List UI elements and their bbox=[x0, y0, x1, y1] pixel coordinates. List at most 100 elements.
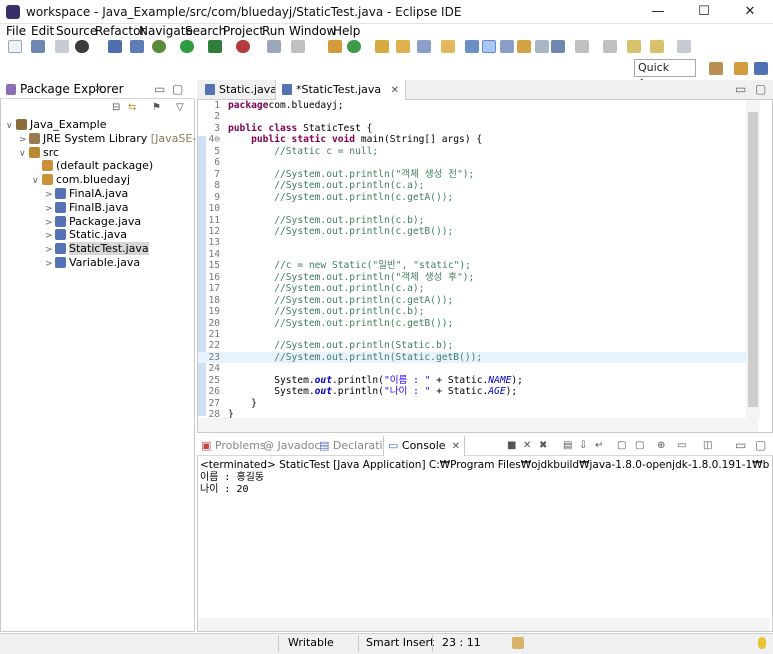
java-ee-perspective-icon[interactable] bbox=[734, 62, 748, 75]
code-line[interactable]: 23 //System.out.println(Static.getB()); bbox=[198, 351, 746, 364]
skip-breakpoints-icon[interactable] bbox=[130, 40, 144, 53]
code-line[interactable]: 2 bbox=[198, 111, 746, 123]
show-on-output-icon[interactable]: ▢ bbox=[617, 439, 626, 453]
tree-item[interactable]: (default package) bbox=[0, 159, 153, 173]
maximize-view-icon[interactable]: ▢ bbox=[172, 80, 183, 99]
code-line[interactable]: 8 //System.out.println(c.a); bbox=[198, 180, 746, 192]
debug-icon[interactable] bbox=[152, 40, 166, 53]
word-wrap-icon[interactable] bbox=[535, 40, 549, 53]
close-icon[interactable]: ✕ bbox=[94, 80, 102, 99]
code-line[interactable]: 18 //System.out.println(c.getA()); bbox=[198, 295, 746, 307]
maximize-button[interactable]: ☐ bbox=[681, 0, 727, 24]
code-line[interactable]: 20 //System.out.println(c.getB()); bbox=[198, 318, 746, 330]
menu-window[interactable]: Window bbox=[289, 24, 336, 38]
scroll-lock-icon[interactable]: ⇩ bbox=[579, 439, 587, 453]
menu-source[interactable]: Source bbox=[56, 24, 97, 38]
console-open-icon[interactable] bbox=[75, 40, 89, 53]
tree-item[interactable]: > JRE System Library [JavaSE-1.8] bbox=[0, 132, 218, 146]
open-type-icon[interactable] bbox=[375, 40, 389, 53]
new-class-icon[interactable] bbox=[347, 40, 361, 53]
code-line[interactable]: 11 //System.out.println(c.b); bbox=[198, 215, 746, 227]
code-line[interactable]: 15 //c = new Static("일반", "static"); bbox=[198, 260, 746, 272]
terminate-icon[interactable]: ■ bbox=[507, 439, 516, 453]
open-perspective-icon[interactable] bbox=[709, 62, 723, 75]
paragraph-icon[interactable] bbox=[551, 40, 565, 53]
menu-edit[interactable]: Edit bbox=[31, 24, 54, 38]
annotation-icon[interactable] bbox=[465, 40, 479, 53]
menu-help[interactable]: Help bbox=[333, 24, 360, 38]
maximize-view-icon[interactable]: ▢ bbox=[755, 80, 766, 99]
tree-item[interactable]: > Variable.java bbox=[0, 256, 140, 270]
close-icon[interactable]: ✕ bbox=[391, 85, 399, 96]
code-line[interactable]: 4⊖ public static void main(String[] args… bbox=[198, 134, 746, 146]
tree-item[interactable]: > Static.java bbox=[0, 228, 127, 242]
menu-search[interactable]: Search bbox=[185, 24, 226, 38]
code-line[interactable]: 28} bbox=[198, 409, 746, 418]
code-line[interactable]: 25 System.out.println("이름 : " + Static.N… bbox=[198, 375, 746, 387]
back-icon[interactable] bbox=[650, 40, 664, 53]
previous-annotation-icon[interactable] bbox=[603, 40, 617, 53]
menu-file[interactable]: File bbox=[6, 24, 26, 38]
minimize-button[interactable]: — bbox=[635, 0, 681, 24]
tree-item[interactable]: > Package.java bbox=[0, 215, 141, 229]
code-line[interactable]: 14 bbox=[198, 249, 746, 261]
save-all-icon[interactable] bbox=[55, 40, 69, 53]
pin-console-icon[interactable]: ⊕ bbox=[657, 439, 665, 453]
word-wrap-icon[interactable]: ↵ bbox=[595, 439, 603, 453]
chevron-right-icon[interactable]: > bbox=[45, 257, 55, 271]
code-line[interactable]: 10 bbox=[198, 203, 746, 215]
block-selection-icon[interactable] bbox=[500, 40, 514, 53]
console-horizontal-scrollbar[interactable] bbox=[198, 618, 770, 631]
new-java-project-icon[interactable] bbox=[328, 40, 342, 53]
code-line[interactable]: 17 //System.out.println(c.a); bbox=[198, 283, 746, 295]
menu-run[interactable]: Run bbox=[262, 24, 285, 38]
show-whitespace-icon[interactable] bbox=[517, 40, 531, 53]
save-icon[interactable] bbox=[31, 40, 45, 53]
code-line[interactable]: 19 //System.out.println(c.b); bbox=[198, 306, 746, 318]
view-menu-icon[interactable]: ▽ bbox=[176, 101, 184, 115]
tree-item[interactable]: > StaticTest.java bbox=[0, 242, 149, 256]
code-line[interactable]: 13 bbox=[198, 237, 746, 249]
run-icon[interactable] bbox=[180, 40, 194, 53]
minimize-view-icon[interactable]: ▭ bbox=[735, 436, 746, 455]
tab-statictest-java[interactable]: *StaticTest.java ✕ bbox=[275, 80, 407, 100]
open-folder-icon[interactable] bbox=[396, 40, 410, 53]
search-icon[interactable] bbox=[417, 40, 431, 53]
menu-refactor[interactable]: Refactor bbox=[95, 24, 145, 38]
tree-item[interactable]: ∨ Java_Example bbox=[0, 118, 106, 132]
external-tools-icon[interactable] bbox=[236, 40, 250, 53]
tree-item[interactable]: ∨ src bbox=[0, 146, 59, 160]
package-explorer-tab[interactable]: Package Explorer bbox=[20, 80, 124, 99]
code-area[interactable]: 1 packagecom.bluedayj; 2 3 public class Stat… bbox=[198, 100, 746, 418]
code-line[interactable]: 27 } bbox=[198, 398, 746, 410]
code-line[interactable]: 26 System.out.println("나이 : " + Static.A… bbox=[198, 386, 746, 398]
close-icon[interactable]: ✕ bbox=[452, 441, 460, 452]
code-line[interactable]: 3 public class StaticTest { bbox=[198, 123, 746, 135]
editor-scroll-thumb[interactable] bbox=[748, 112, 758, 407]
minimize-view-icon[interactable]: ▭ bbox=[154, 80, 165, 99]
code-line[interactable]: 21 bbox=[198, 329, 746, 341]
code-line[interactable]: 22 //System.out.println(Static.b); bbox=[198, 340, 746, 352]
code-line[interactable]: 16 //System.out.println("객체 생성 후"); bbox=[198, 272, 746, 284]
code-line[interactable]: 24 bbox=[198, 363, 746, 375]
code-line[interactable]: 6 bbox=[198, 157, 746, 169]
open-console-icon[interactable]: ◫ bbox=[703, 439, 712, 453]
toggle-icon[interactable] bbox=[291, 40, 305, 53]
remove-all-launches-icon[interactable]: ✖ bbox=[539, 439, 547, 453]
remove-launch-icon[interactable]: ✕ bbox=[523, 439, 531, 453]
tree-item[interactable]: > FinalB.java bbox=[0, 201, 128, 215]
link-with-editor-icon[interactable]: ⇆ bbox=[128, 101, 136, 115]
tree-item[interactable]: > FinalA.java bbox=[0, 187, 128, 201]
code-line[interactable]: 12 //System.out.println(c.getB()); bbox=[198, 226, 746, 238]
last-edit-icon[interactable] bbox=[627, 40, 641, 53]
menu-project[interactable]: Project bbox=[223, 24, 264, 38]
code-line[interactable]: 7 //System.out.println("객체 생성 전"); bbox=[198, 169, 746, 181]
tab-static-java[interactable]: Static.java bbox=[199, 80, 283, 100]
terminal-icon[interactable] bbox=[108, 40, 122, 53]
minimize-view-icon[interactable]: ▭ bbox=[735, 80, 746, 99]
next-annotation-icon[interactable] bbox=[575, 40, 589, 53]
open-task-icon[interactable] bbox=[441, 40, 455, 53]
tab-javadoc[interactable]: @ Javadoc bbox=[263, 436, 321, 456]
toggle-mark-occurrences-icon[interactable] bbox=[482, 40, 496, 53]
tab-problems[interactable]: ▣ Problems bbox=[201, 436, 266, 456]
